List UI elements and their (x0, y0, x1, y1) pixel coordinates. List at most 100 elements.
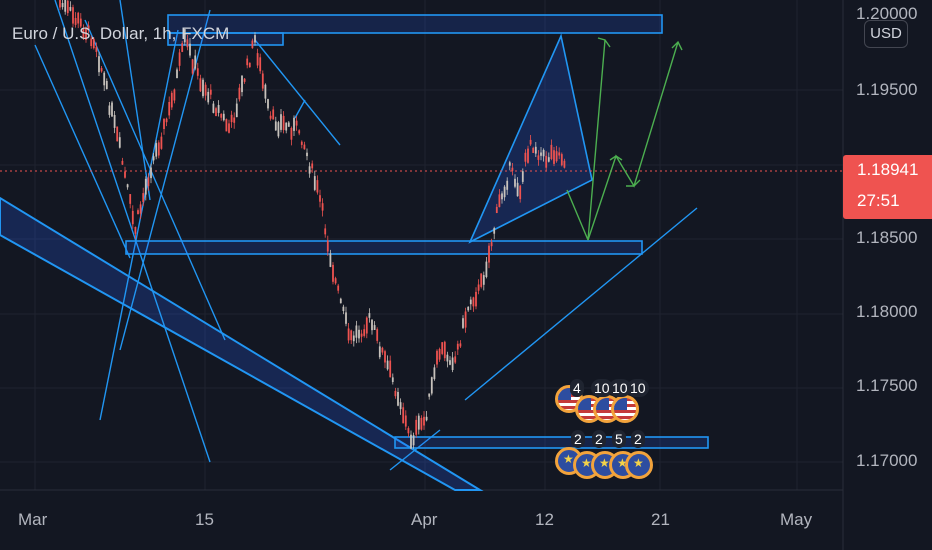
time-label: May (780, 510, 813, 529)
candle-body (428, 393, 431, 397)
candle-body (386, 360, 389, 370)
candle-body (233, 117, 236, 123)
candle-body (124, 171, 126, 178)
candle-body (495, 206, 498, 213)
candle-body (420, 417, 423, 430)
candle-body (407, 428, 410, 434)
candle-body (529, 139, 532, 145)
candle-body (217, 105, 220, 113)
candle-body (436, 350, 438, 365)
candle-body (423, 416, 425, 426)
candle-body (459, 343, 462, 347)
candle-body (235, 103, 238, 118)
candle-body (553, 150, 555, 164)
candle-body (443, 341, 446, 359)
candle-body (251, 40, 254, 49)
candle-body (100, 68, 103, 72)
candle-body (334, 278, 337, 284)
candle-body (347, 328, 350, 341)
candle-body (521, 171, 524, 182)
candle-body (274, 121, 277, 131)
candle-body (462, 318, 464, 328)
candle-body (139, 204, 142, 214)
us-flag-icon[interactable] (611, 395, 639, 423)
candle-body (389, 360, 392, 378)
candle-body (371, 319, 373, 331)
event-count: 4 (570, 379, 584, 397)
candle-body (155, 143, 158, 157)
price-label: 1.17000 (856, 451, 918, 470)
candle-body (181, 43, 184, 52)
candle-body (519, 185, 522, 200)
candle-body (329, 253, 332, 267)
chart-canvas[interactable] (0, 0, 932, 550)
candle-body (308, 166, 311, 174)
candle-body (212, 103, 215, 113)
candle-body (126, 184, 129, 188)
symbol-title[interactable]: Euro / U.S. Dollar, 1h, FXCM (12, 24, 229, 44)
candle-body (438, 349, 441, 360)
candle-body (532, 147, 535, 153)
candle-body (248, 62, 251, 68)
candle-body (59, 0, 61, 8)
eu-flag-icon[interactable] (625, 451, 653, 479)
event-count: 2 (592, 430, 606, 448)
candle-body (363, 329, 366, 336)
candle-body (516, 182, 519, 197)
candle-body (303, 144, 306, 150)
candle-body (259, 57, 262, 72)
candle-body (108, 105, 111, 115)
candle-body (472, 297, 475, 307)
last-price-tag: 1.18941 27:51 (843, 155, 932, 219)
candle-body (365, 317, 368, 334)
candle-body (202, 79, 204, 97)
candle-body (191, 59, 194, 74)
candle-body (449, 360, 451, 365)
candle-body (116, 126, 119, 142)
event-count: 10 (627, 379, 649, 397)
candle-body (547, 157, 550, 162)
candle-body (168, 102, 171, 116)
price-label: 1.18000 (856, 302, 918, 321)
candle-body (163, 118, 165, 129)
candle-body (220, 114, 223, 118)
candle-body (256, 53, 259, 66)
candle-body (404, 415, 407, 427)
projection-arrows[interactable] (566, 37, 683, 241)
candle-body (560, 154, 563, 166)
triangle-pattern[interactable] (468, 33, 593, 244)
candle-body (98, 56, 100, 73)
candle-body (464, 311, 467, 328)
candle-body (95, 47, 98, 52)
candle-body (137, 210, 139, 215)
candle-body (399, 402, 402, 410)
candle-body (178, 52, 181, 66)
price-label: 1.19500 (856, 80, 918, 99)
candle-body (376, 329, 379, 341)
candle-body (246, 58, 249, 66)
candle-body (368, 313, 371, 318)
candle-body (352, 335, 355, 342)
candle-body (215, 108, 217, 116)
candle-body (508, 162, 511, 166)
candle-body (410, 434, 412, 449)
time-label: 21 (651, 510, 670, 529)
candle-body (537, 155, 540, 160)
candle-body (417, 415, 420, 430)
candle-body (113, 115, 116, 128)
candle-body (488, 245, 490, 263)
candle-body (358, 329, 360, 339)
candle-body (204, 84, 207, 96)
candle-body (69, 7, 72, 11)
candle-body (451, 357, 454, 370)
candle-body (342, 306, 345, 311)
candle-body (425, 416, 428, 421)
candle-body (261, 73, 264, 89)
candle-body (300, 141, 303, 145)
candle-body (277, 122, 280, 137)
candle-body (144, 178, 147, 195)
candle-body (540, 152, 542, 156)
currency-button[interactable]: USD (864, 20, 908, 48)
candle-body (527, 148, 529, 163)
candle-body (173, 89, 176, 101)
